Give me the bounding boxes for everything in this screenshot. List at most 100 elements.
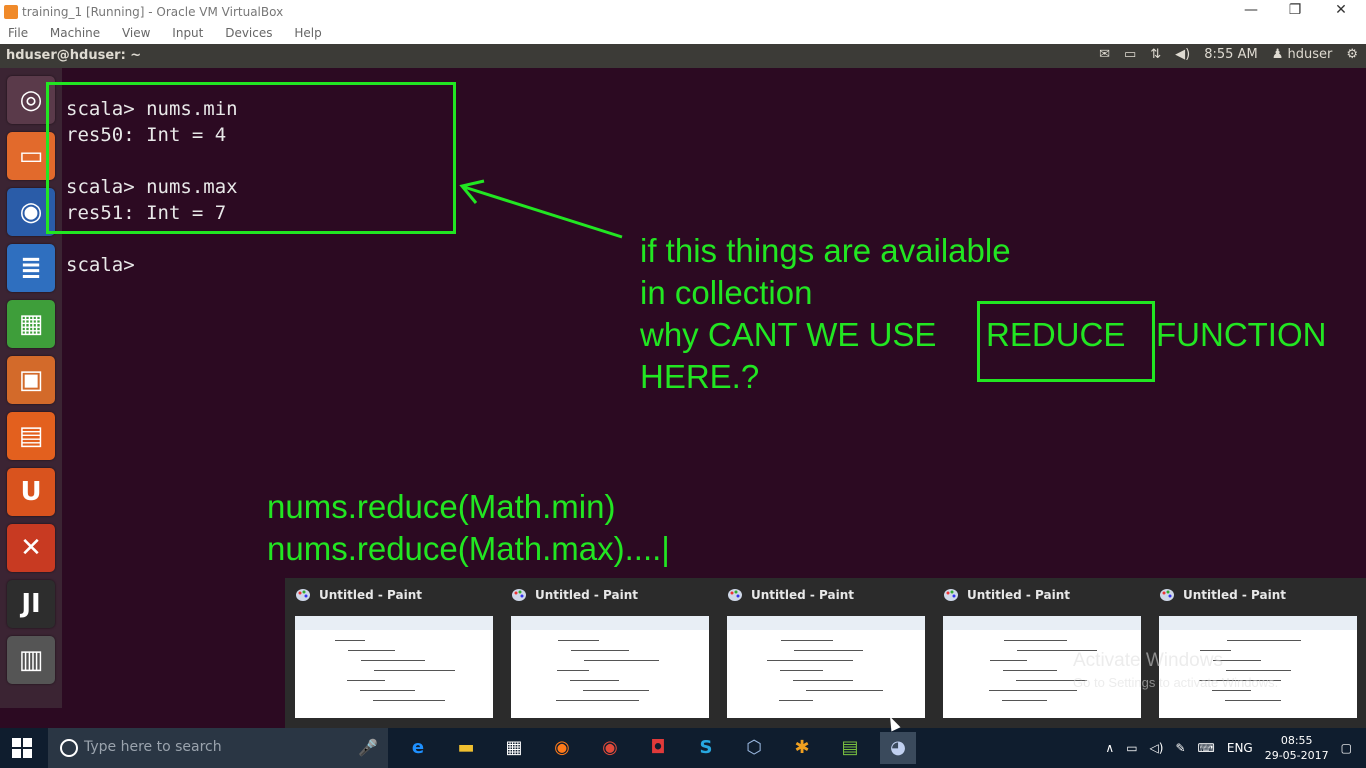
trash-icon[interactable]: ▥ [7,636,55,684]
thumbnail-title: Untitled - Paint [1183,588,1287,602]
handwriting-stroke [335,640,365,641]
paint-ribbon [1159,616,1357,630]
tray-volume-icon[interactable]: ◁) [1150,741,1164,755]
menu-file[interactable]: File [8,26,28,40]
trash-glyph: ▥ [18,645,44,675]
handwriting-stroke [1003,670,1057,671]
handwriting-stroke [781,640,833,641]
ubuntu-indicator-area: ✉ ▭ ⇅ ◀) 8:55 AM ♟ hduser ⚙ [1099,47,1358,62]
handwriting-stroke [989,690,1077,691]
watermark-line-1: Activate Windows [1073,650,1223,671]
code-line-1: nums.reduce(Math.min) [267,488,616,525]
action-center-icon[interactable]: ▢ [1341,741,1352,755]
software-center-icon[interactable]: ▤ [7,412,55,460]
tray-network-icon[interactable]: ▭ [1126,741,1137,755]
handwriting-stroke [374,670,455,671]
paint-ribbon [295,616,493,630]
ubuntu-one-icon[interactable]: U [7,468,55,516]
tray-language[interactable]: ENG [1227,741,1253,755]
thumbnail-preview-image [511,616,709,718]
panel-clock[interactable]: 8:55 AM [1204,47,1257,62]
network-icon[interactable]: ⇅ [1150,47,1161,62]
paint-icon [728,589,742,601]
power-gear-icon[interactable]: ⚙ [1346,47,1358,62]
handwriting-stroke [1212,690,1251,691]
paint-ribbon [727,616,925,630]
virtualbox-menu-bar: File Machine View Input Devices Help [0,24,1366,44]
user-menu[interactable]: ♟ hduser [1272,47,1333,62]
edge-taskbar-icon[interactable]: e [400,732,436,764]
handwriting-stroke [767,660,853,661]
minimize-button[interactable]: — [1236,2,1266,22]
handwriting-stroke [348,650,395,651]
chrome-taskbar-icon[interactable]: ◉ [592,732,628,764]
paint-ribbon [511,616,709,630]
system-settings-glyph: ✕ [20,533,42,563]
menu-machine[interactable]: Machine [50,26,100,40]
virtualbox-taskbar-icon[interactable]: ⬡ [736,732,772,764]
mail-icon[interactable]: ✉ [1099,47,1110,62]
store-taskbar-icon[interactable]: ▦ [496,732,532,764]
menu-help[interactable]: Help [294,26,321,40]
file-explorer-taskbar-icon[interactable]: ▬ [448,732,484,764]
menu-devices[interactable]: Devices [225,26,272,40]
paint-window-thumbnail[interactable]: Untitled - Paint [717,578,925,728]
handwriting-stroke [793,680,853,681]
handwriting-stroke [779,700,813,701]
taskbar-search-box[interactable]: Type here to search 🎤 [48,728,388,768]
tray-keyboard-icon[interactable]: ⌨ [1198,741,1215,755]
question-line-4: HERE.? [640,358,760,395]
flower-taskbar-icon[interactable]: ✱ [784,732,820,764]
activate-windows-watermark: Activate Windows Go to Settings to activ… [1073,650,1278,690]
taskbar-clock[interactable]: 08:55 29-05-2017 [1265,733,1329,763]
handwriting-stroke [373,700,445,701]
menu-view[interactable]: View [122,26,150,40]
paint-taskbar-icon[interactable]: ◕ [880,732,916,764]
thumbnail-title: Untitled - Paint [967,588,1071,602]
impress-icon[interactable]: ▣ [7,356,55,404]
handwriting-stroke [557,670,589,671]
paint-icon [512,589,526,601]
handwriting-stroke [570,680,619,681]
microphone-icon[interactable]: 🎤 [358,738,378,757]
firefox-taskbar-icon[interactable]: ◉ [544,732,580,764]
tray-pen-icon[interactable]: ✎ [1175,741,1185,755]
question-line-3c: FUNCTION [1156,316,1327,353]
paint-icon [296,589,310,601]
question-line-3a: why CANT WE USE [640,316,937,353]
handwriting-stroke [571,650,629,651]
watermark-line-2: Go to Settings to activate Windows. [1073,675,1279,690]
volume-icon[interactable]: ◀) [1175,47,1190,62]
skype-taskbar-icon[interactable]: S [688,732,724,764]
handwriting-stroke [360,690,415,691]
paint-window-thumbnail[interactable]: Untitled - Paint [501,578,709,728]
battery-icon[interactable]: ▭ [1124,47,1136,62]
handwriting-stroke [583,690,649,691]
windows-start-icon[interactable] [12,738,32,758]
system-settings-icon[interactable]: ✕ [7,524,55,572]
snagit-taskbar-icon[interactable]: ◘ [640,732,676,764]
handwriting-stroke [1002,700,1047,701]
writer-icon[interactable]: ≣ [7,244,55,292]
search-placeholder: Type here to search [84,739,222,755]
handwriting-stroke [806,690,883,691]
tray-chevron-up-icon[interactable]: ∧ [1105,741,1114,755]
restore-button[interactable]: ❐ [1280,2,1310,22]
intellij-glyph: JI [21,589,41,619]
notepad-taskbar-icon[interactable]: ▤ [832,732,868,764]
terminal-highlight-box [46,82,456,234]
thumbnail-title: Untitled - Paint [751,588,855,602]
handwriting-stroke [558,640,599,641]
calc-glyph: ▦ [18,309,44,339]
intellij-icon[interactable]: JI [7,580,55,628]
thumbnail-preview-image [295,616,493,718]
clock-time: 08:55 [1280,734,1313,747]
close-button[interactable]: ✕ [1326,2,1356,22]
handwriting-stroke [361,660,425,661]
question-line-2: in collection [640,274,813,311]
menu-input[interactable]: Input [172,26,203,40]
paint-window-thumbnail[interactable]: Untitled - Paint [285,578,493,728]
writer-glyph: ≣ [20,253,42,283]
calc-icon[interactable]: ▦ [7,300,55,348]
question-line-1: if this things are available [640,232,1011,269]
